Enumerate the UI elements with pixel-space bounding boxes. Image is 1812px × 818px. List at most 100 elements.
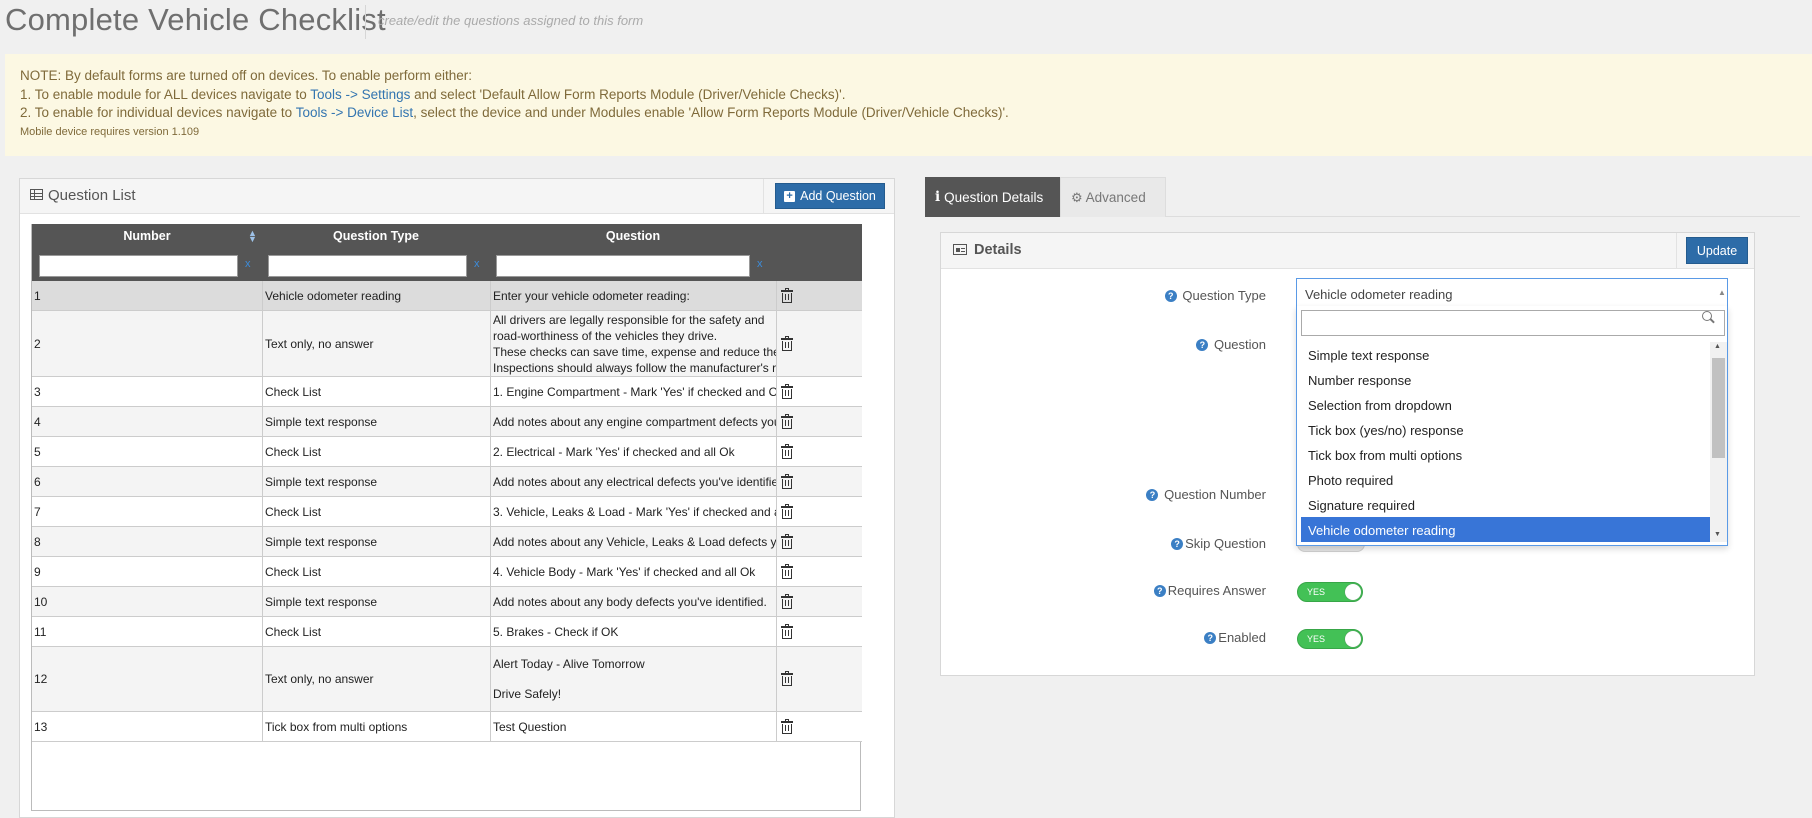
question-text-line: 2. Electrical - Mark 'Yes' if checked an… [493, 444, 735, 459]
cell-question-type: Check List [262, 377, 490, 406]
question-type-select[interactable]: Vehicle odometer reading [1296, 278, 1728, 307]
cell-question: Add notes about any electrical defects y… [490, 467, 776, 496]
dropdown-option[interactable]: Simple text response [1301, 342, 1711, 367]
cell-number: 11 [34, 624, 47, 639]
tab-label: Advanced [1085, 190, 1146, 205]
question-filter-input[interactable] [496, 255, 750, 277]
cell-question-type: Vehicle odometer reading [262, 281, 490, 310]
help-icon[interactable]: ? [1204, 632, 1217, 644]
sort-icon[interactable]: ▲ ▼ [248, 229, 257, 244]
cell-question: 5. Brakes - Check if OK [490, 617, 776, 646]
table-row[interactable]: 10 Simple text response Add notes about an… [32, 587, 862, 617]
trash-icon[interactable] [781, 503, 793, 519]
tab-advanced[interactable]: ⚙ Advanced [1060, 177, 1166, 217]
help-icon[interactable]: ? [1164, 290, 1177, 302]
dropdown-search-input[interactable] [1301, 310, 1725, 336]
trash-icon[interactable] [781, 563, 793, 579]
gear-icon: ⚙ [1071, 189, 1083, 205]
cell-actions [776, 647, 862, 711]
table-row[interactable]: 6 Simple text response Add notes about any… [32, 467, 862, 497]
search-icon [1702, 311, 1712, 321]
column-question[interactable]: Question [490, 229, 776, 243]
trash-icon[interactable] [781, 413, 793, 429]
dropdown-option[interactable]: Vehicle odometer reading [1301, 517, 1711, 542]
dropdown-scrollbar[interactable]: ▲ ▼ [1710, 342, 1727, 542]
tools-device-list-link[interactable]: Tools -> Device List [296, 105, 413, 120]
dropdown-option[interactable]: Tick box (yes/no) response [1301, 417, 1711, 442]
trash-icon[interactable] [781, 623, 793, 639]
trash-icon[interactable] [781, 335, 793, 351]
table-row[interactable]: 8 Simple text response Add notes about any… [32, 527, 862, 557]
question-text-line: Add notes about any Vehicle, Leaks & Loa… [493, 534, 776, 549]
type-filter-input[interactable] [268, 255, 467, 277]
add-question-button[interactable]: + Add Question [775, 183, 885, 209]
toggle-knob [1345, 584, 1361, 600]
trash-lid [785, 335, 789, 338]
trash-icon[interactable] [781, 718, 793, 734]
dropdown-options: Simple text response Number response Selec… [1297, 342, 1711, 542]
enabled-toggle[interactable]: YES [1297, 629, 1363, 649]
number-filter-input[interactable] [39, 255, 238, 277]
help-icon[interactable]: ? [1171, 538, 1184, 550]
cell-number: 7 [34, 504, 41, 519]
dropdown-option[interactable]: Selection from dropdown [1301, 392, 1711, 417]
cell-actions [776, 377, 862, 406]
cell-question: All drivers are legally responsible for … [490, 311, 776, 376]
header-divider [763, 179, 764, 214]
toggle-text: YES [1307, 587, 1326, 597]
clear-type-filter[interactable]: x [474, 258, 480, 270]
trash-icon[interactable] [781, 671, 793, 686]
clear-number-filter[interactable]: x [245, 258, 251, 270]
help-icon[interactable]: ? [1146, 489, 1159, 501]
note-text: , select the device and under Modules en… [413, 105, 1009, 120]
tab-question-details[interactable]: i Question Details [925, 177, 1060, 217]
table-row[interactable]: 12 Text only, no answer Alert Today - Aliv… [32, 647, 862, 712]
label-text: Question Number [1164, 487, 1266, 502]
table-row[interactable]: 11 Check List 5. Brakes - Check if OK [32, 617, 862, 647]
trash-icon[interactable] [781, 443, 793, 459]
dropdown-option[interactable]: Signature required [1301, 492, 1711, 517]
trash-icon[interactable] [781, 593, 793, 609]
trash-lid [785, 563, 789, 566]
scroll-thumb[interactable] [1712, 358, 1725, 458]
label-text: Requires Answer [1167, 583, 1266, 598]
dropdown-option[interactable]: Number response [1301, 367, 1711, 392]
table-row[interactable]: 1 Vehicle odometer reading Enter your vehi… [32, 281, 862, 311]
trash-icon[interactable] [781, 287, 793, 303]
table-row[interactable]: 3 Check List 1. Engine Compartment - Mark … [32, 377, 862, 407]
page-title: Complete Vehicle Checklist [5, 2, 386, 37]
cell-question-type: Simple text response [262, 527, 490, 556]
toggle-knob [1345, 631, 1361, 647]
cell-number: 5 [34, 444, 41, 459]
scroll-down-arrow[interactable]: ▼ [1714, 531, 1721, 538]
dropdown-option[interactable]: Tick box from multi options [1301, 442, 1711, 467]
table-row[interactable]: 4 Simple text response Add notes about any… [32, 407, 862, 437]
table-row[interactable]: 7 Check List 3. Vehicle, Leaks & Load - Ma… [32, 497, 862, 527]
update-button[interactable]: Update [1686, 237, 1748, 264]
cell-actions [776, 407, 862, 436]
help-icon[interactable]: ? [1196, 339, 1209, 351]
cell-actions [776, 587, 862, 616]
note-line-1: NOTE: By default forms are turned off on… [20, 68, 472, 83]
caret-up-icon[interactable]: ▲ [1718, 288, 1726, 297]
clear-question-filter[interactable]: x [757, 258, 763, 270]
page-subtitle: create/edit the questions assigned to th… [378, 13, 644, 28]
requires-answer-toggle[interactable]: YES [1297, 582, 1363, 602]
trash-icon[interactable] [781, 383, 793, 399]
tools-settings-link[interactable]: Tools -> Settings [310, 87, 410, 102]
trash-icon[interactable] [781, 533, 793, 549]
question-text-line: Drive Safely! [493, 687, 562, 701]
cell-number: 10 [34, 594, 48, 609]
trash-icon[interactable] [781, 473, 793, 489]
dropdown-option[interactable]: Photo required [1301, 467, 1711, 492]
scroll-up-arrow[interactable]: ▲ [1714, 343, 1721, 350]
cell-actions [776, 557, 862, 586]
cell-question-type: Simple text response [262, 407, 490, 436]
table-row[interactable]: 2 Text only, no answer All drivers are leg… [32, 311, 862, 377]
table-row[interactable]: 13 Tick box from multi options Test Questi… [32, 712, 862, 742]
table-row[interactable]: 9 Check List 4. Vehicle Body - Mark 'Yes' … [32, 557, 862, 587]
column-question-type[interactable]: Question Type [262, 229, 490, 243]
table-row[interactable]: 5 Check List 2. Electrical - Mark 'Yes' if… [32, 437, 862, 467]
column-number[interactable]: Number [32, 229, 262, 243]
help-icon[interactable]: ? [1153, 585, 1166, 597]
